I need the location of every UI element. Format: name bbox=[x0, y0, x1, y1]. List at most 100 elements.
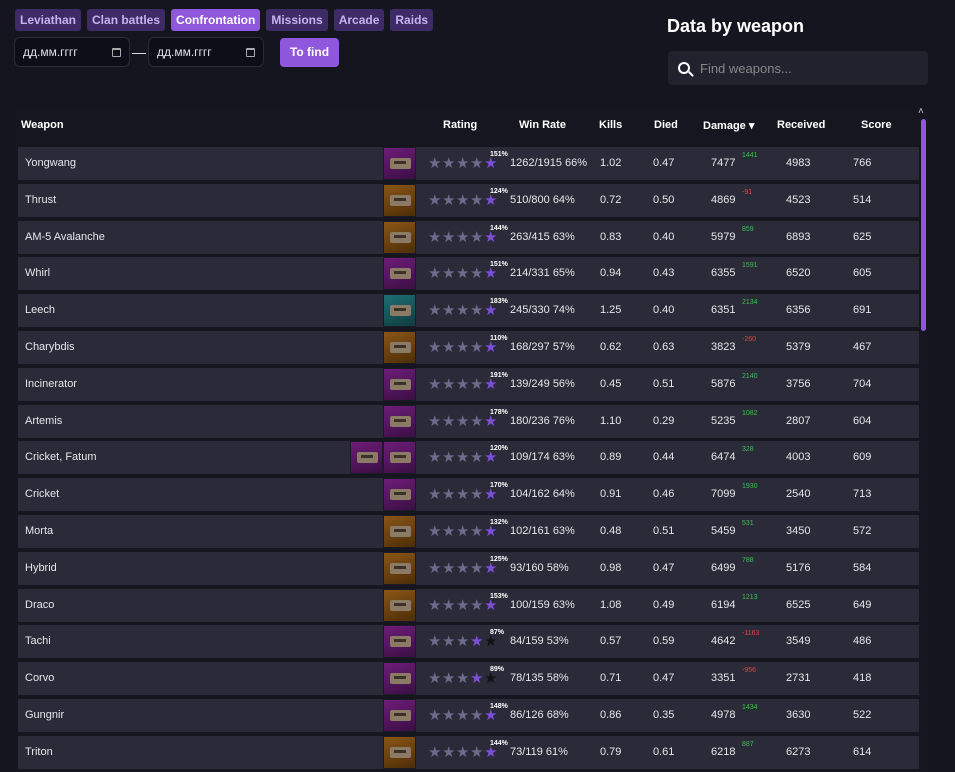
table-row[interactable]: Yongwang ★ ★ ★ ★ ★ 151% 1262/1915 66% 1.02 0.47 74… bbox=[18, 147, 919, 180]
damage: 5459 bbox=[711, 524, 736, 537]
column-received[interactable]: Received bbox=[777, 119, 825, 131]
died: 0.40 bbox=[653, 230, 675, 243]
scroll-up-icon[interactable]: ˄ bbox=[918, 107, 928, 117]
tab-leviathan[interactable]: Leviathan bbox=[15, 9, 82, 31]
calendar-icon[interactable] bbox=[246, 47, 255, 57]
table-row[interactable]: Whirl ★ ★ ★ ★ ★ 151% 214/331 65% 0.94 0.43 6355 159… bbox=[18, 257, 919, 291]
star-icon: ★ bbox=[484, 412, 498, 430]
tab-confrontation[interactable]: Confrontation bbox=[171, 9, 261, 31]
rating-percent: 153% bbox=[490, 592, 508, 600]
table-row[interactable]: Artemis ★ ★ ★ ★ ★ 178% 180/236 76% 1.10 0.29 5235 1… bbox=[18, 404, 919, 438]
rating-percent: 191% bbox=[490, 371, 508, 379]
find-button[interactable]: To find bbox=[280, 37, 339, 67]
weapon-name: Corvo bbox=[25, 672, 55, 685]
star-icon: ★ bbox=[456, 522, 470, 540]
table-row[interactable]: Cricket, Fatum ★ ★ ★ ★ ★ 120% 109/174 63% 0.89 0.… bbox=[18, 441, 919, 475]
died: 0.51 bbox=[653, 377, 675, 390]
rating-stars: ★ ★ ★ ★ ★ bbox=[428, 377, 498, 392]
scrollbar[interactable] bbox=[921, 119, 926, 331]
star-icon: ★ bbox=[456, 633, 470, 651]
table-row[interactable]: Morta ★ ★ ★ ★ ★ 132% 102/161 63% 0.48 0.51 5459 531… bbox=[18, 514, 919, 548]
star-icon: ★ bbox=[428, 486, 442, 504]
column-win-rate[interactable]: Win Rate bbox=[519, 119, 566, 131]
damage: 4978 bbox=[711, 708, 736, 721]
win-rate: 93/160 58% bbox=[510, 561, 569, 574]
star-icon: ★ bbox=[442, 412, 456, 430]
table-row[interactable]: Incinerator ★ ★ ★ ★ ★ 191% 139/249 56% 0.45 0.51 5… bbox=[18, 367, 919, 401]
table-row[interactable]: Draco ★ ★ ★ ★ ★ 153% 100/159 63% 1.08 0.49 6194 121… bbox=[18, 588, 919, 622]
score: 572 bbox=[853, 524, 872, 537]
died: 0.44 bbox=[653, 451, 675, 464]
star-icon: ★ bbox=[484, 522, 498, 540]
star-icon: ★ bbox=[456, 706, 470, 724]
star-icon: ★ bbox=[470, 670, 484, 688]
calendar-icon[interactable] bbox=[112, 47, 121, 57]
score: 605 bbox=[853, 267, 872, 280]
table-row[interactable]: AM-5 Avalanche ★ ★ ★ ★ ★ 144% 263/415 63% 0.83 0.… bbox=[18, 220, 919, 254]
star-icon: ★ bbox=[456, 449, 470, 467]
win-rate: 180/236 76% bbox=[510, 414, 575, 427]
table-row[interactable]: Cricket ★ ★ ★ ★ ★ 170% 104/162 64% 0.91 0.46 7099 1… bbox=[18, 478, 919, 512]
table-row[interactable]: Tachi ★ ★ ★ ★ ★ 87% 84/159 53% 0.57 0.59 4642 -1163… bbox=[18, 625, 919, 659]
table-row[interactable]: Gungnir ★ ★ ★ ★ ★ 148% 86/126 68% 0.86 0.35 4978 14… bbox=[18, 698, 919, 732]
received: 4983 bbox=[786, 157, 811, 169]
date-from-input[interactable]: дд.мм.гггг bbox=[14, 37, 130, 67]
star-icon: ★ bbox=[470, 449, 484, 467]
died: 0.63 bbox=[653, 340, 675, 353]
star-icon: ★ bbox=[442, 596, 456, 614]
received: 3756 bbox=[786, 377, 811, 390]
tab-clan-battles[interactable]: Clan battles bbox=[87, 9, 166, 31]
star-icon: ★ bbox=[470, 265, 484, 283]
kills: 0.86 bbox=[600, 708, 622, 721]
died: 0.47 bbox=[653, 561, 675, 574]
star-icon: ★ bbox=[484, 706, 498, 724]
rating-stars: ★ ★ ★ ★ ★ bbox=[428, 524, 498, 539]
damage-delta: 788 bbox=[742, 556, 754, 564]
win-rate: 263/415 63% bbox=[510, 230, 575, 243]
star-icon: ★ bbox=[456, 191, 470, 209]
star-icon: ★ bbox=[484, 302, 498, 320]
table-row[interactable]: Thrust ★ ★ ★ ★ ★ 124% 510/800 64% 0.72 0.50 4869 -9… bbox=[18, 183, 919, 217]
damage: 6474 bbox=[711, 451, 736, 464]
star-icon: ★ bbox=[470, 559, 484, 577]
died: 0.49 bbox=[653, 598, 675, 611]
rating-stars: ★ ★ ★ ★ ★ bbox=[428, 414, 498, 429]
rating-stars: ★ ★ ★ ★ ★ bbox=[428, 450, 498, 465]
tab-arcade[interactable]: Arcade bbox=[333, 9, 385, 31]
star-icon: ★ bbox=[456, 596, 470, 614]
weapon-thumbnail bbox=[383, 625, 416, 659]
score: 649 bbox=[853, 598, 872, 611]
column-kills[interactable]: Kills bbox=[599, 119, 622, 131]
column-rating[interactable]: Rating bbox=[443, 119, 477, 131]
damage: 7099 bbox=[711, 488, 736, 501]
weapon-name: Triton bbox=[25, 745, 53, 758]
star-icon: ★ bbox=[428, 743, 442, 761]
search-input[interactable]: Find weapons... bbox=[668, 51, 928, 85]
damage-delta: 531 bbox=[742, 519, 754, 527]
star-icon: ★ bbox=[456, 375, 470, 393]
column-damage[interactable]: Damage ▾ bbox=[703, 119, 754, 132]
table-row[interactable]: Triton ★ ★ ★ ★ ★ 144% 73/119 61% 0.79 0.61 6218 887… bbox=[18, 735, 919, 769]
tab-missions[interactable]: Missions bbox=[266, 9, 328, 31]
rating-stars: ★ ★ ★ ★ ★ bbox=[428, 156, 498, 171]
weapon-name: Morta bbox=[25, 524, 54, 537]
star-icon: ★ bbox=[456, 486, 470, 504]
column-weapon[interactable]: Weapon bbox=[21, 119, 64, 131]
column-score[interactable]: Score bbox=[861, 119, 892, 131]
table-row[interactable]: Hybrid ★ ★ ★ ★ ★ 125% 93/160 58% 0.98 0.47 6499 788… bbox=[18, 551, 919, 585]
tab-raids[interactable]: Raids bbox=[390, 9, 434, 31]
column-died[interactable]: Died bbox=[654, 119, 678, 131]
table-row[interactable]: Charybdis ★ ★ ★ ★ ★ 110% 168/297 57% 0.62 0.63 382… bbox=[18, 330, 919, 364]
damage-delta: 1213 bbox=[742, 593, 758, 601]
date-to-input[interactable]: дд.мм.гггг bbox=[148, 37, 264, 67]
star-icon: ★ bbox=[442, 302, 456, 320]
damage-delta: 2140 bbox=[742, 372, 758, 380]
table-row[interactable]: Leech ★ ★ ★ ★ ★ 183% 245/330 74% 1.25 0.40 6351 213… bbox=[18, 294, 919, 328]
star-icon: ★ bbox=[470, 522, 484, 540]
table-body: Yongwang ★ ★ ★ ★ ★ 151% 1262/1915 66% 1.02 0.47 74… bbox=[18, 147, 919, 772]
died: 0.43 bbox=[653, 267, 675, 280]
rating-stars: ★ ★ ★ ★ ★ bbox=[428, 561, 498, 576]
table-row[interactable]: Corvo ★ ★ ★ ★ ★ 89% 78/135 58% 0.71 0.47 3351 -956 2… bbox=[18, 662, 919, 696]
star-icon: ★ bbox=[456, 302, 470, 320]
star-icon: ★ bbox=[456, 412, 470, 430]
